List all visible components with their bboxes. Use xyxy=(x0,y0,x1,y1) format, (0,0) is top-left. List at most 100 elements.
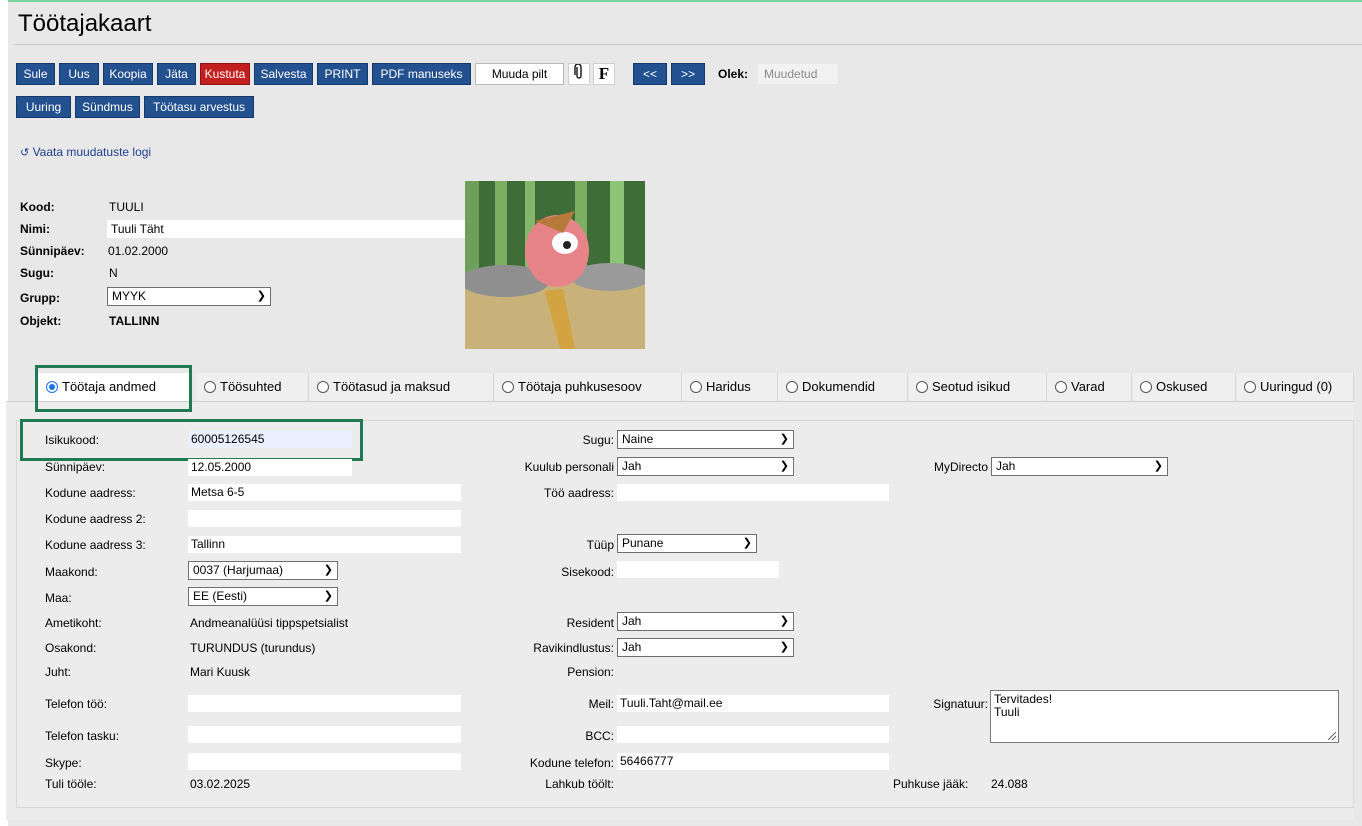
work-address-input[interactable] xyxy=(617,484,889,501)
leaving-date-label: Lahkub töölt: xyxy=(545,777,614,791)
skype-label: Skype: xyxy=(45,756,82,770)
home-phone-input[interactable]: 56466777 xyxy=(617,753,889,770)
county-select[interactable]: 0037 (Harjumaa) ❯ xyxy=(188,561,338,580)
mydirecto-select[interactable]: Jah ❯ xyxy=(991,457,1168,476)
home-address3-input[interactable]: Tallinn xyxy=(188,536,461,553)
close-button[interactable]: Sule xyxy=(16,63,55,85)
tab-label: Uuringud (0) xyxy=(1260,379,1333,394)
home-address2-input[interactable] xyxy=(188,510,461,527)
radio-icon xyxy=(502,381,514,393)
tab-skills[interactable]: Oskused xyxy=(1132,373,1236,401)
f-icon[interactable]: F xyxy=(593,63,615,85)
salary-calculation-button[interactable]: Töötasu arvestus xyxy=(144,96,254,118)
home-address2-label: Kodune aadress 2: xyxy=(45,512,146,526)
paperclip-icon[interactable] xyxy=(568,63,590,85)
resident-select-value: Jah xyxy=(622,614,642,628)
manager-value: Mari Kuusk xyxy=(190,665,251,679)
tab-label: Töötasud ja maksud xyxy=(333,379,451,394)
position-value: Andmeanalüüsi tippspetsialist xyxy=(190,616,349,630)
email-label: Meil: xyxy=(588,697,614,711)
group-label: Grupp: xyxy=(20,291,60,305)
keep-button[interactable]: Jäta xyxy=(157,63,196,85)
tab-related-persons[interactable]: Seotud isikud xyxy=(908,373,1047,401)
tab-label: Töösuhted xyxy=(220,379,282,394)
tab-employment[interactable]: Töösuhted xyxy=(196,373,309,401)
gender-label: Sugu: xyxy=(582,433,614,447)
birthday2-input[interactable]: 12.05.2000 xyxy=(188,459,352,476)
sex-label: Sugu: xyxy=(20,266,54,280)
change-log-link[interactable]: ↺ Vaata muudatuste logi xyxy=(20,145,151,159)
health-insurance-label: Ravikindlustus: xyxy=(533,641,614,655)
type-label: Tüüp xyxy=(586,538,614,552)
radio-icon xyxy=(1140,381,1152,393)
birthday-value: 01.02.2000 xyxy=(108,244,169,258)
gender-select-value: Naine xyxy=(622,432,654,446)
tab-assets[interactable]: Varad xyxy=(1047,373,1132,401)
previous-button[interactable]: << xyxy=(633,63,667,85)
tab-salaries-taxes[interactable]: Töötasud ja maksud xyxy=(309,373,494,401)
resident-select[interactable]: Jah ❯ xyxy=(617,612,794,631)
code-label: Kood: xyxy=(20,200,55,214)
bcc-input[interactable] xyxy=(617,726,889,743)
type-select-value: Punane xyxy=(622,536,664,550)
next-button[interactable]: >> xyxy=(671,63,705,85)
home-phone-label: Kodune telefon: xyxy=(529,756,614,770)
tab-label: Töötaja puhkusesoov xyxy=(518,379,642,394)
email-input[interactable]: Tuuli.Taht@mail.ee xyxy=(617,695,889,712)
tab-documents[interactable]: Dokumendid xyxy=(778,373,908,401)
health-insurance-select[interactable]: Jah ❯ xyxy=(617,638,794,657)
tab-education[interactable]: Haridus xyxy=(682,373,778,401)
name-field[interactable]: Tuuli Täht xyxy=(107,220,465,238)
chevron-down-icon: ❯ xyxy=(779,460,789,472)
status-label: Olek: xyxy=(718,67,749,81)
print-button[interactable]: PRINT xyxy=(317,63,368,85)
mobile-phone-input[interactable] xyxy=(188,726,461,743)
department-label: Osakond: xyxy=(45,641,97,655)
chevron-down-icon: ❯ xyxy=(256,290,266,302)
health-insurance-select-value: Jah xyxy=(622,640,642,654)
group-select-value: MYYK xyxy=(112,289,147,303)
pdf-attachment-button[interactable]: PDF manuseks xyxy=(372,63,471,85)
country-select[interactable]: EE (Eesti) ❯ xyxy=(188,587,338,606)
save-button[interactable]: Salvesta xyxy=(254,63,313,85)
manager-label: Juht: xyxy=(45,665,72,679)
survey-button[interactable]: Uuring xyxy=(16,96,71,118)
home-address-label: Kodune aadress: xyxy=(45,486,136,500)
chevron-down-icon: ❯ xyxy=(323,564,333,576)
event-button[interactable]: Sündmus xyxy=(75,96,140,118)
chevron-down-icon: ❯ xyxy=(742,537,752,549)
pension-label: Pension: xyxy=(567,665,614,679)
group-select[interactable]: MYYK ❯ xyxy=(107,287,271,306)
internal-code-input[interactable] xyxy=(617,561,779,578)
tab-vacation-request[interactable]: Töötaja puhkusesoov xyxy=(494,373,682,401)
mydirecto-label: MyDirecto xyxy=(933,460,988,474)
resize-grip-icon[interactable] xyxy=(1328,732,1336,740)
skype-input[interactable] xyxy=(188,753,461,770)
delete-button[interactable]: Kustuta xyxy=(200,63,250,85)
country-label: Maa: xyxy=(45,591,72,605)
mobile-phone-label: Telefon tasku: xyxy=(45,729,120,743)
new-button[interactable]: Uus xyxy=(59,63,99,85)
staff-select[interactable]: Jah ❯ xyxy=(617,457,794,476)
chevron-down-icon: ❯ xyxy=(1153,460,1163,472)
radio-icon xyxy=(204,381,216,393)
home-address3-label: Kodune aadress 3: xyxy=(45,538,146,552)
gender-select[interactable]: Naine ❯ xyxy=(617,430,794,449)
copy-button[interactable]: Koopia xyxy=(103,63,153,85)
mydirecto-select-value: Jah xyxy=(996,459,1016,473)
id-code-input[interactable]: 60005126545 xyxy=(188,431,352,448)
object-label: Objekt: xyxy=(20,314,62,328)
signature-textarea[interactable]: Tervitades! Tuuli xyxy=(990,690,1339,743)
radio-icon xyxy=(916,381,928,393)
bcc-label: BCC: xyxy=(585,729,614,743)
work-phone-input[interactable] xyxy=(188,695,461,712)
resident-label: Resident xyxy=(566,616,614,630)
type-select[interactable]: Punane ❯ xyxy=(617,534,757,553)
change-picture-button[interactable]: Muuda pilt xyxy=(475,63,564,85)
home-address-input[interactable]: Metsa 6-5 xyxy=(188,484,461,501)
status-value: Muudetud xyxy=(758,64,838,84)
tab-surveys[interactable]: Uuringud (0) xyxy=(1236,373,1354,401)
chevron-down-icon: ❯ xyxy=(779,641,789,653)
chevron-down-icon: ❯ xyxy=(323,590,333,602)
employee-photo xyxy=(465,181,645,349)
